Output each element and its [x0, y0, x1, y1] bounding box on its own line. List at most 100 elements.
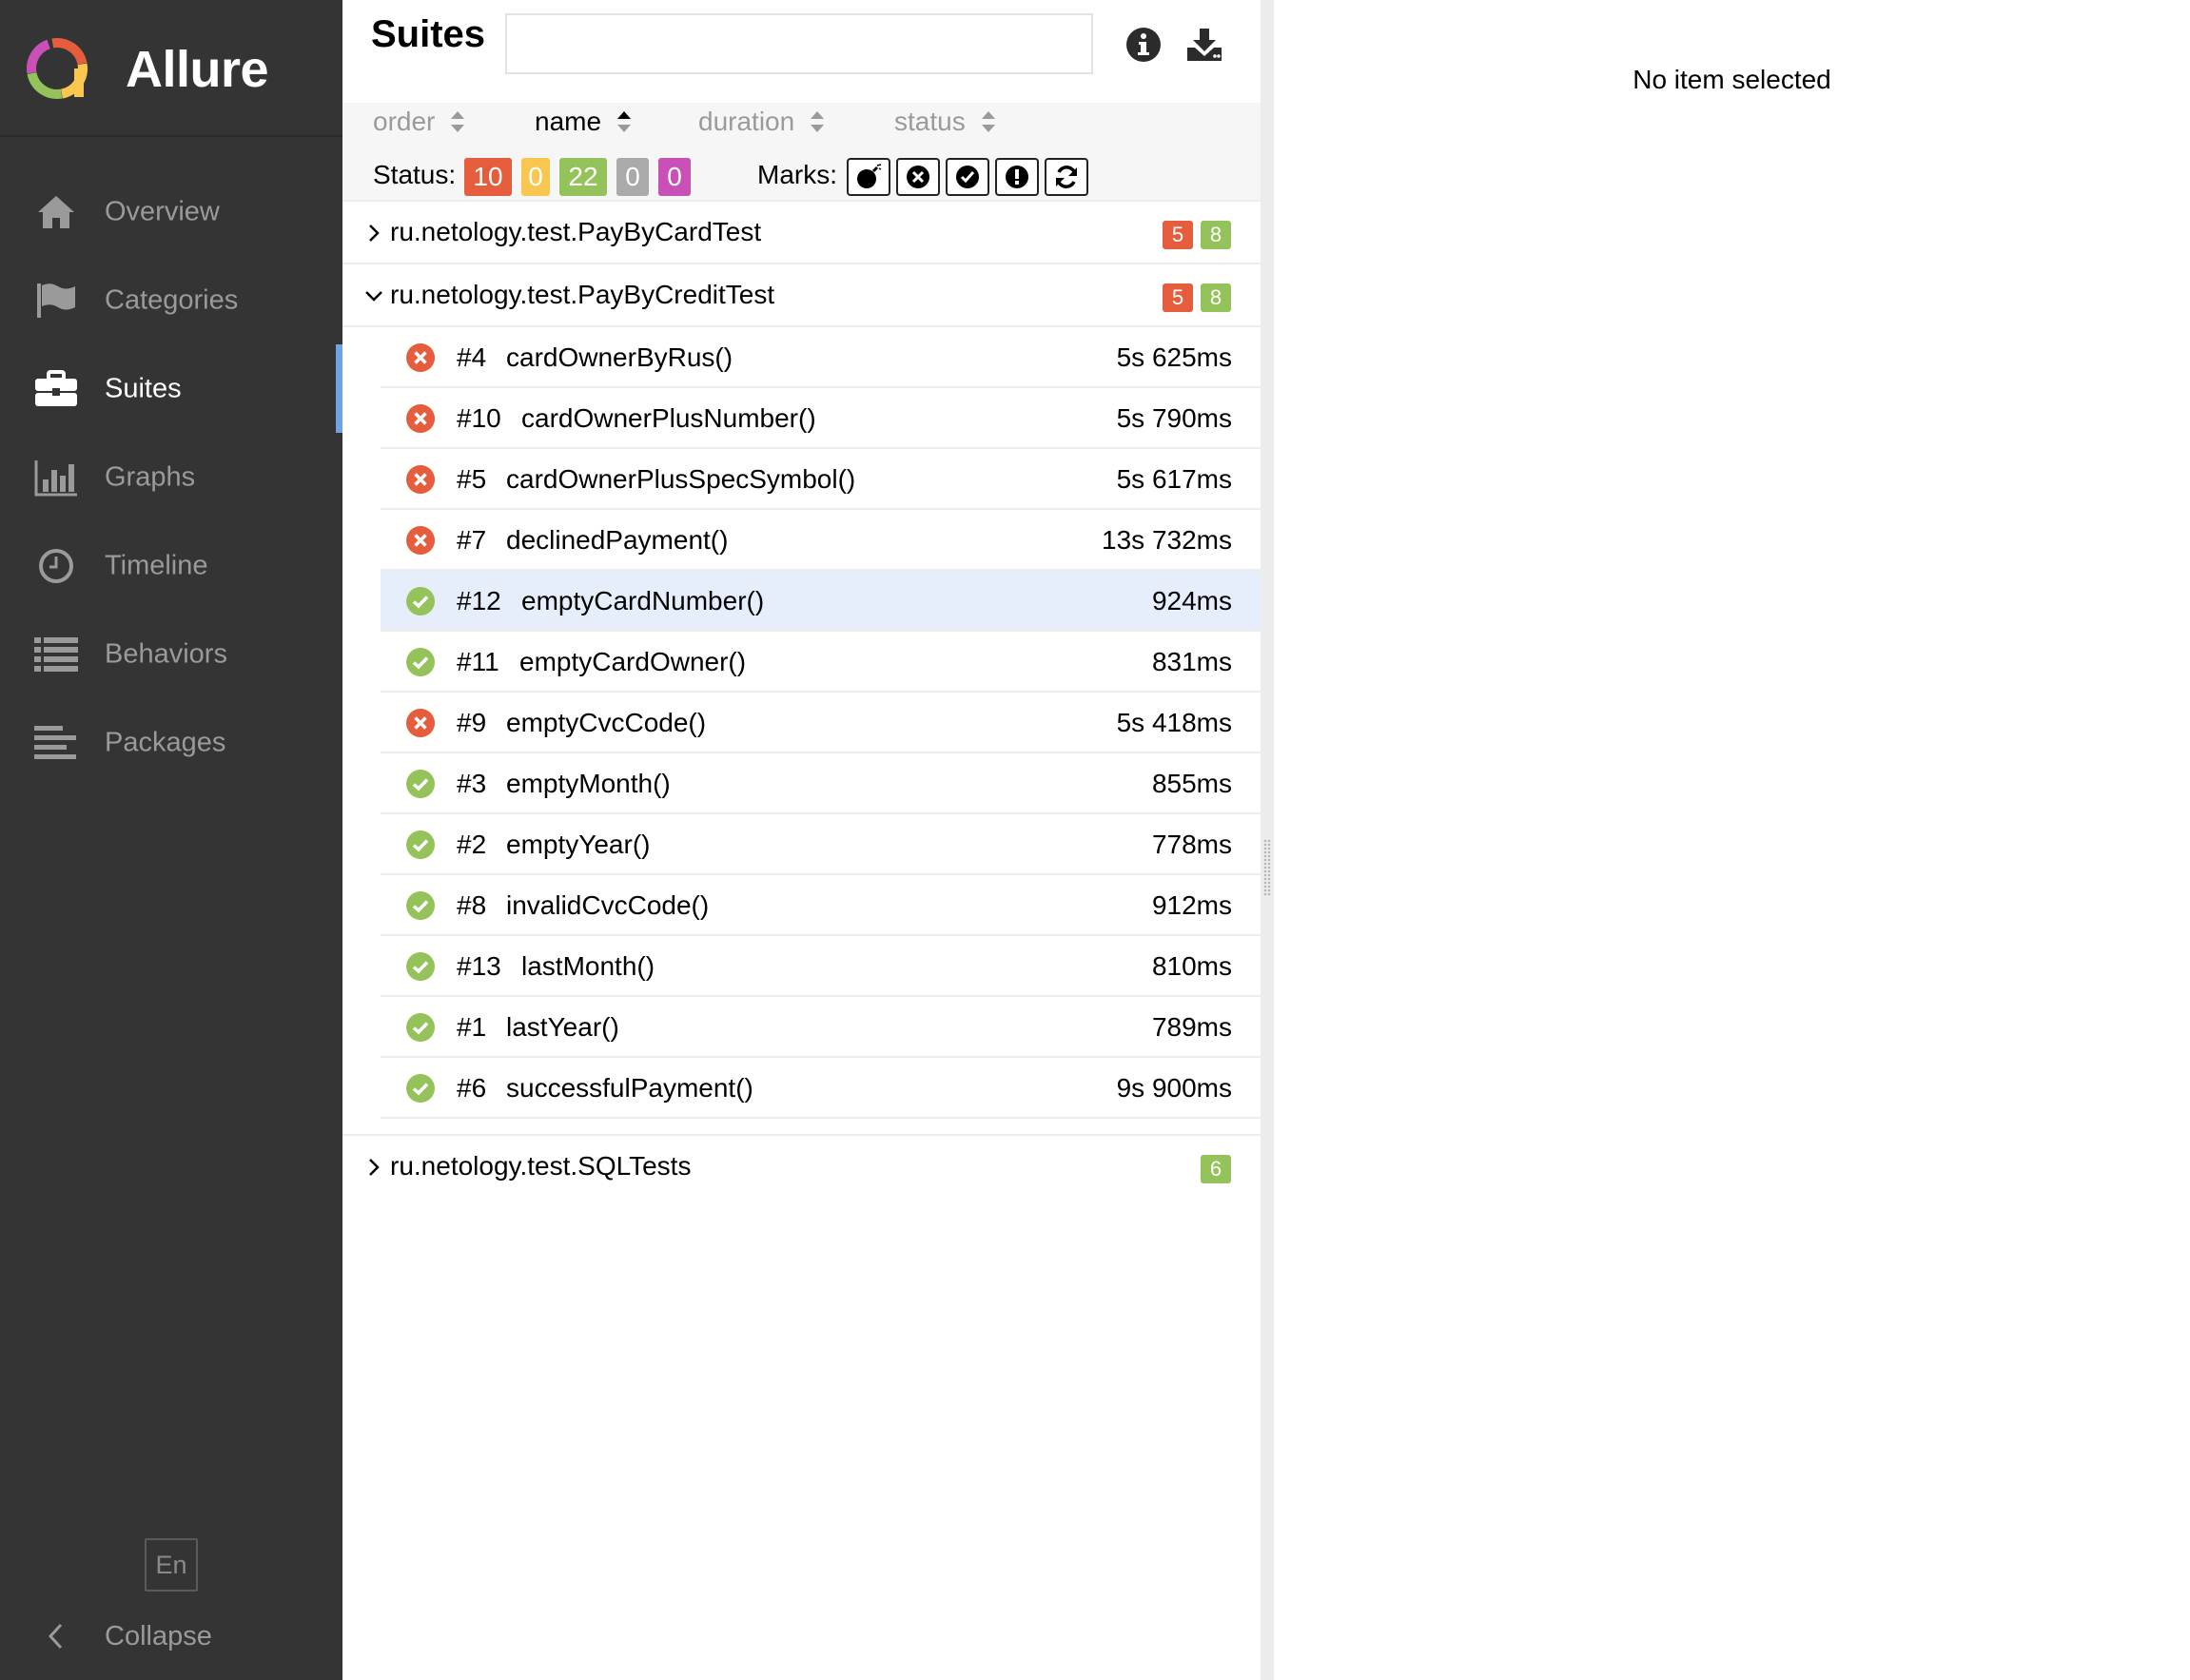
test-row[interactable]: #3 emptyMonth() 855ms: [381, 753, 1261, 814]
briefcase-icon: [34, 367, 78, 411]
test-name: emptyCardOwner(): [519, 647, 747, 676]
group-divider: [342, 1119, 1261, 1136]
check-circle-icon: [956, 166, 979, 188]
mark-new-broken-button[interactable]: [995, 158, 1039, 196]
test-duration: 5s 625ms: [1116, 342, 1232, 372]
test-order: #7: [457, 525, 487, 555]
sidebar-item-packages[interactable]: Packages: [0, 698, 342, 787]
passed-status-icon: [406, 587, 435, 615]
sort-icon: [451, 111, 465, 132]
chevron-right-icon: [369, 225, 380, 242]
status-filter-broken[interactable]: 0: [521, 158, 550, 196]
test-name: lastMonth(): [521, 951, 655, 981]
sidebar-item-categories[interactable]: Categories: [0, 256, 342, 344]
test-row[interactable]: #11 emptyCardOwner() 831ms: [381, 632, 1261, 693]
tree-group[interactable]: ru.netology.test.PayByCardTest 5 8: [342, 202, 1261, 264]
status-filter-failed[interactable]: 10: [464, 158, 512, 196]
sidebar-item-label: Categories: [105, 284, 239, 315]
sort-status-button[interactable]: status: [894, 107, 996, 137]
test-order: #1: [457, 1012, 487, 1042]
test-row[interactable]: #9 emptyCvcCode() 5s 418ms: [381, 693, 1261, 753]
chevron-right-icon: [369, 1159, 380, 1176]
test-row-selected[interactable]: #12 emptyCardNumber() 924ms: [381, 571, 1261, 632]
download-button[interactable]: [1183, 24, 1225, 66]
info-icon: [1126, 28, 1161, 62]
test-order: #6: [457, 1073, 487, 1103]
test-order: #9: [457, 708, 487, 737]
sort-icon: [981, 111, 995, 132]
chevron-left-icon: [48, 1623, 63, 1650]
mark-new-failed-button[interactable]: [896, 158, 940, 196]
test-name: cardOwnerPlusSpecSymbol(): [506, 464, 856, 494]
test-row[interactable]: #10 cardOwnerPlusNumber() 5s 790ms: [381, 388, 1261, 449]
sort-bar: order name duration status: [342, 103, 1261, 145]
mark-flaky-button[interactable]: [847, 158, 890, 196]
test-row[interactable]: #8 invalidCvcCode() 912ms: [381, 875, 1261, 936]
test-order: #5: [457, 464, 487, 494]
search-input[interactable]: [505, 13, 1093, 74]
sort-duration-button[interactable]: duration: [698, 107, 825, 137]
test-row[interactable]: #6 successfulPayment() 9s 900ms: [381, 1058, 1261, 1119]
failed-status-icon: [406, 709, 435, 737]
mark-new-passed-button[interactable]: [946, 158, 989, 196]
status-filter-label: Status:: [373, 160, 457, 189]
test-name: declinedPayment(): [506, 525, 729, 555]
failed-status-icon: [406, 465, 435, 494]
test-row[interactable]: #7 declinedPayment() 13s 732ms: [381, 510, 1261, 571]
flag-icon: [34, 279, 78, 322]
test-duration: 5s 790ms: [1116, 403, 1232, 433]
mark-retries-button[interactable]: [1045, 158, 1088, 196]
test-row[interactable]: #13 lastMonth() 810ms: [381, 936, 1261, 997]
test-order: #12: [457, 586, 501, 615]
align-left-icon: [34, 721, 78, 765]
sort-icon: [811, 111, 825, 132]
brand-name: Allure: [126, 41, 269, 98]
passed-status-icon: [406, 1013, 435, 1042]
collapse-label: Collapse: [105, 1621, 212, 1651]
pane-splitter[interactable]: [1261, 0, 1274, 1680]
tree-group[interactable]: ru.netology.test.SQLTests 6: [342, 1136, 1261, 1199]
status-filter-unknown[interactable]: 0: [658, 158, 691, 196]
passed-count-badge: 6: [1201, 1155, 1231, 1183]
sidebar-item-suites[interactable]: Suites: [0, 344, 342, 433]
exclamation-circle-icon: [1006, 166, 1028, 188]
sort-order-button[interactable]: order: [373, 107, 465, 137]
splitter-grip-icon: [1263, 839, 1271, 896]
language-button[interactable]: En: [145, 1538, 198, 1592]
test-row[interactable]: #5 cardOwnerPlusSpecSymbol() 5s 617ms: [381, 449, 1261, 510]
test-order: #10: [457, 403, 501, 433]
collapse-button[interactable]: Collapse: [0, 1608, 342, 1665]
sidebar-item-behaviors[interactable]: Behaviors: [0, 610, 342, 698]
test-name: cardOwnerByRus(): [506, 342, 733, 372]
test-order: #4: [457, 342, 487, 372]
sort-name-button[interactable]: name: [535, 107, 632, 137]
test-row[interactable]: #2 emptyYear() 778ms: [381, 814, 1261, 875]
download-icon: [1187, 29, 1222, 61]
sidebar-item-label: Suites: [105, 373, 182, 403]
failed-status-icon: [406, 526, 435, 555]
test-row[interactable]: #4 cardOwnerByRus() 5s 625ms: [381, 327, 1261, 388]
test-order: #11: [457, 647, 499, 676]
test-duration: 9s 900ms: [1116, 1073, 1232, 1103]
detail-pane: No item selected: [1274, 0, 2190, 1680]
sidebar-item-graphs[interactable]: Graphs: [0, 433, 342, 521]
filter-bar: Status: 10 0 22 0 0 Marks:: [342, 145, 1261, 202]
sidebar-item-label: Graphs: [105, 461, 196, 492]
passed-count-badge: 8: [1201, 221, 1231, 249]
tree-group[interactable]: ru.netology.test.PayByCreditTest 5 8: [342, 264, 1261, 327]
test-name: cardOwnerPlusNumber(): [521, 403, 816, 433]
test-row[interactable]: #1 lastYear() 789ms: [381, 997, 1261, 1058]
status-filter-passed[interactable]: 22: [559, 158, 607, 196]
test-name: emptyCvcCode(): [506, 708, 707, 737]
sidebar-item-timeline[interactable]: Timeline: [0, 521, 342, 610]
passed-status-icon: [406, 648, 435, 676]
sidebar-item-overview[interactable]: Overview: [0, 167, 342, 256]
failed-count-badge: 5: [1163, 221, 1193, 249]
passed-count-badge: 8: [1201, 283, 1231, 312]
bar-chart-icon: [34, 456, 78, 499]
failed-count-badge: 5: [1163, 283, 1193, 312]
info-button[interactable]: [1123, 24, 1164, 66]
empty-state-text: No item selected: [1633, 65, 1831, 94]
test-duration: 5s 418ms: [1116, 708, 1232, 737]
status-filter-skipped[interactable]: 0: [616, 158, 649, 196]
